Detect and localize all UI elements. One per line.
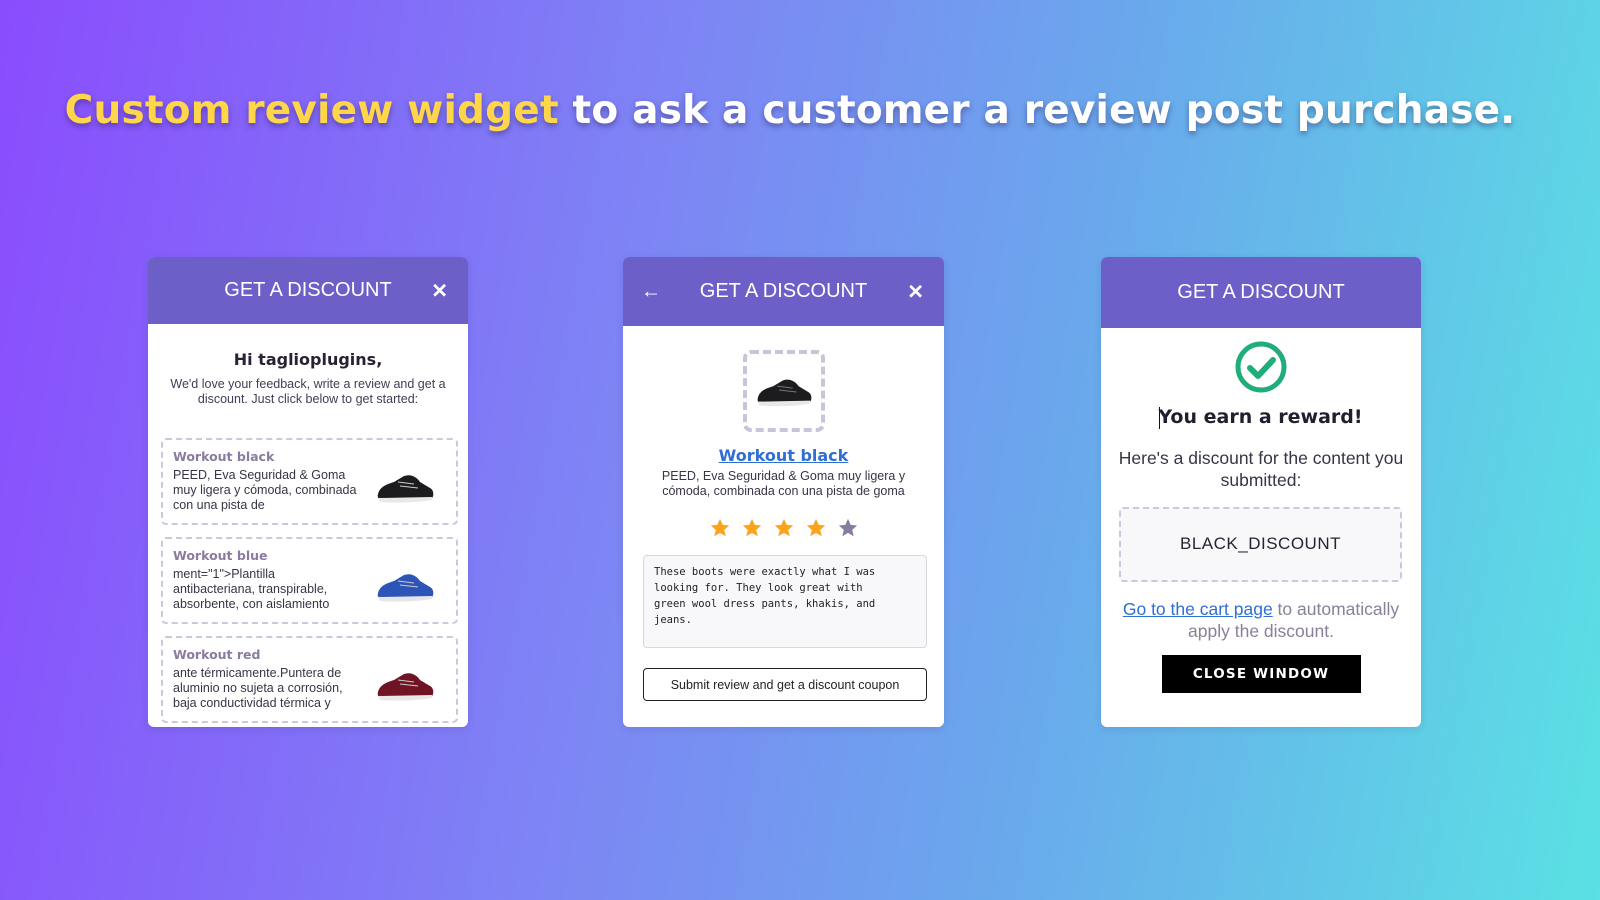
headline: Custom review widget to ask a customer a… bbox=[0, 88, 1580, 133]
product-description: PEED, Eva Seguridad & Goma muy ligera y … bbox=[173, 468, 357, 512]
product-description: ment="1">Plantilla antibacteriana, trans… bbox=[173, 567, 330, 611]
widget-header: GET A DISCOUNT bbox=[1101, 257, 1421, 328]
close-icon[interactable]: ✕ bbox=[431, 278, 448, 303]
star-filled-icon[interactable] bbox=[709, 517, 731, 539]
headline-rest: to ask a customer a review post purchase… bbox=[558, 88, 1516, 133]
cart-page-link[interactable]: Go to the cart page bbox=[1123, 599, 1273, 619]
coupon-code[interactable]: BLACK_DISCOUNT bbox=[1119, 506, 1402, 582]
product-name-link[interactable]: Workout black bbox=[719, 446, 849, 465]
widget-title: GET A DISCOUNT bbox=[1177, 281, 1345, 303]
cart-note: Go to the cart page to automatically app… bbox=[1111, 598, 1411, 642]
headline-highlight: Custom review widget bbox=[64, 88, 559, 133]
widget-title: GET A DISCOUNT bbox=[699, 280, 868, 302]
product-thumbnail bbox=[742, 350, 825, 432]
submit-review-button[interactable]: Submit review and get a discount coupon bbox=[643, 668, 927, 701]
product-name: Workout black bbox=[173, 449, 275, 464]
close-window-button[interactable]: CLOSE WINDOW bbox=[1161, 654, 1361, 693]
product-description: PEED, Eva Seguridad & Goma muy ligera y … bbox=[661, 469, 906, 498]
widget-header: ← GET A DISCOUNT ✕ bbox=[623, 257, 944, 326]
arrow-left-icon[interactable]: ← bbox=[641, 280, 661, 303]
star-empty-icon[interactable] bbox=[837, 517, 859, 539]
star-filled-icon[interactable] bbox=[805, 517, 827, 539]
product-card[interactable]: Workout red ante térmicamente.Puntera de … bbox=[161, 636, 458, 723]
reward-subtitle: Here's a discount for the content you su… bbox=[1118, 447, 1404, 490]
product-description: ante térmicamente.Puntera de aluminio no… bbox=[173, 666, 343, 710]
reward-title-text: You earn a reward! bbox=[1158, 406, 1363, 428]
intro-text: We'd love your feedback, write a review … bbox=[170, 377, 446, 406]
product-card[interactable]: Workout blue ment="1">Plantilla antibacte… bbox=[161, 537, 458, 624]
product-name: Workout blue bbox=[173, 548, 268, 563]
shoe-image-black bbox=[757, 379, 811, 407]
product-name: Workout black bbox=[623, 446, 944, 465]
widget-title: GET A DISCOUNT bbox=[224, 279, 392, 301]
close-icon[interactable]: ✕ bbox=[907, 279, 924, 304]
reward-title: You earn a reward! bbox=[1101, 406, 1421, 429]
widget-reward: GET A DISCOUNT You earn a reward! Here's… bbox=[1101, 257, 1421, 727]
product-name: Workout red bbox=[173, 647, 261, 662]
shoe-image-red bbox=[377, 673, 434, 701]
check-circle-icon bbox=[1235, 341, 1287, 393]
widget-product-list: GET A DISCOUNT ✕ Hi taglioplugins, We'd … bbox=[148, 257, 468, 727]
product-list: Workout black PEED, Eva Seguridad & Goma … bbox=[148, 438, 468, 723]
review-textarea[interactable]: These boots were exactly what I was look… bbox=[643, 555, 927, 648]
shoe-image-black bbox=[377, 475, 434, 503]
greeting: Hi taglioplugins, bbox=[233, 350, 383, 369]
star-filled-icon[interactable] bbox=[773, 517, 795, 539]
star-rating[interactable] bbox=[623, 517, 944, 539]
star-filled-icon[interactable] bbox=[741, 517, 763, 539]
product-card[interactable]: Workout black PEED, Eva Seguridad & Goma … bbox=[161, 438, 458, 525]
widget-header: GET A DISCOUNT ✕ bbox=[148, 257, 468, 324]
shoe-image-blue bbox=[377, 574, 434, 602]
widget-review-form: ← GET A DISCOUNT ✕ Workout black PEED, E… bbox=[623, 257, 944, 727]
